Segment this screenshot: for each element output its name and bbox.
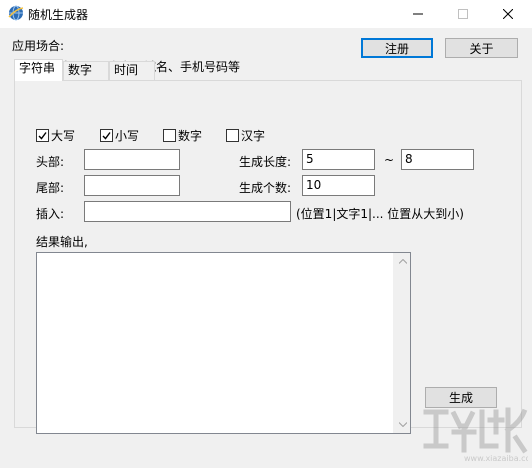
- about-button[interactable]: 关于: [445, 38, 518, 58]
- close-icon: [503, 9, 513, 19]
- length-label: 生成长度:: [239, 155, 292, 169]
- maximize-button[interactable]: [441, 0, 485, 28]
- digits-label: 数字: [178, 129, 203, 143]
- result-label: 结果输出,: [36, 235, 88, 249]
- register-button[interactable]: 注册: [361, 38, 433, 58]
- scroll-down-icon[interactable]: [394, 416, 411, 433]
- insert-input[interactable]: [84, 201, 291, 222]
- checkbox-box: [100, 129, 113, 142]
- svg-text:www.xiazaiba.com: www.xiazaiba.com: [464, 454, 528, 463]
- tab-number[interactable]: 数字: [63, 61, 109, 80]
- title-bar: 随机生成器: [0, 0, 532, 28]
- watermark-logo: www.xiazaiba.com: [420, 402, 532, 464]
- uppercase-label: 大写: [51, 129, 76, 143]
- insert-label: 插入:: [36, 207, 65, 221]
- maximize-icon: [458, 9, 468, 19]
- lowercase-label: 小写: [115, 129, 140, 143]
- length-max-input[interactable]: 8: [401, 149, 474, 170]
- vertical-scrollbar[interactable]: [393, 253, 410, 433]
- head-label: 头部:: [36, 155, 65, 169]
- uppercase-checkbox[interactable]: 大写: [36, 127, 75, 144]
- count-label: 生成个数:: [239, 181, 292, 195]
- head-input[interactable]: [84, 149, 180, 170]
- checkbox-box: [163, 129, 176, 142]
- scroll-up-icon[interactable]: [394, 253, 411, 270]
- length-separator: ~: [384, 153, 395, 167]
- minimize-button[interactable]: [396, 0, 440, 28]
- chinese-checkbox[interactable]: 汉字: [226, 127, 265, 144]
- checkmark-icon: [38, 132, 47, 140]
- usage-label: 应用场合:: [12, 39, 65, 53]
- close-button[interactable]: [486, 0, 530, 28]
- tail-input[interactable]: [84, 175, 180, 196]
- chinese-label: 汉字: [241, 129, 266, 143]
- tail-label: 尾部:: [36, 181, 65, 195]
- tab-time[interactable]: 时间: [109, 61, 155, 80]
- lowercase-checkbox[interactable]: 小写: [100, 127, 139, 144]
- insert-hint: (位置1|文字1|... 位置从大到小): [296, 207, 464, 221]
- app-globe-icon: [8, 5, 24, 21]
- digits-checkbox[interactable]: 数字: [163, 127, 202, 144]
- result-output[interactable]: [36, 252, 411, 434]
- checkbox-box: [36, 129, 49, 142]
- window-title: 随机生成器: [28, 8, 89, 22]
- checkbox-box: [226, 129, 239, 142]
- length-min-input[interactable]: 5: [302, 149, 375, 170]
- minimize-icon: [413, 13, 423, 15]
- checkmark-icon: [102, 132, 111, 140]
- count-input[interactable]: 10: [302, 175, 375, 196]
- tab-string[interactable]: 字符串: [14, 59, 63, 81]
